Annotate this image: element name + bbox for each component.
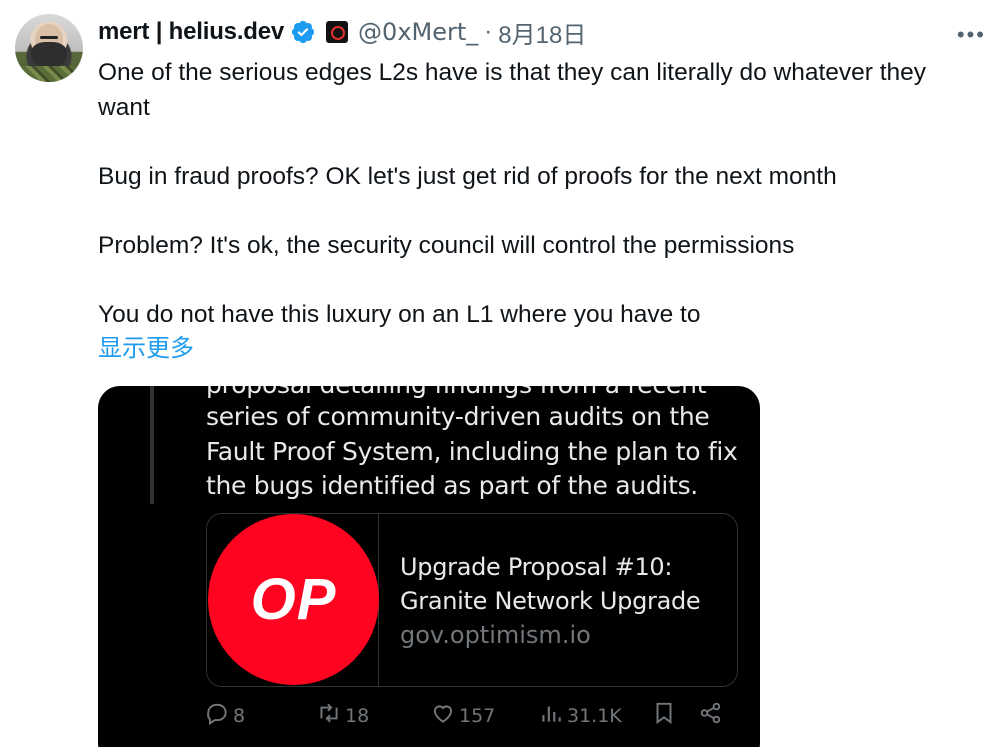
tweet-header: mert | helius.dev @0xMert_ · 8月18日 [98,14,586,50]
tweet-text: One of the serious edges L2s have is tha… [98,56,978,367]
reply-icon [204,700,233,731]
avatar-beard [31,42,67,68]
views-count: 31.1K [567,704,622,727]
link-info: Upgrade Proposal #10: Granite Network Up… [400,550,730,652]
reply-button[interactable]: 8 [204,700,245,731]
author-handle[interactable]: @0xMert_ [358,18,478,46]
repost-icon [316,700,345,731]
helius-affiliate-icon[interactable] [326,21,349,43]
action-bar: 8 18 157 31.1K [98,700,760,736]
more-options-icon[interactable]: ••• [957,22,986,48]
link-thumbnail: OP [207,514,379,686]
link-preview-card[interactable]: OP Upgrade Proposal #10: Granite Network… [206,513,738,687]
verified-badge-icon[interactable] [290,19,316,45]
like-button[interactable]: 157 [430,700,495,731]
link-title: Upgrade Proposal #10: Granite Network Up… [400,553,701,615]
quoted-text: series of community-driven audits on the… [206,402,738,500]
author-avatar[interactable] [15,14,83,82]
avatar-shirt [21,66,77,82]
optimism-logo: OP [208,514,379,685]
optimism-logo-text: OP [250,567,337,632]
share-button[interactable] [698,700,727,731]
tweet-paragraph: You do not have this luxury on an L1 whe… [98,300,701,328]
heart-icon [430,700,459,731]
tweet-paragraph: Problem? It's ok, the security council w… [98,231,795,259]
show-more-link[interactable]: 显示更多 [98,332,978,367]
author-name[interactable]: mert | helius.dev [98,18,284,46]
tweet-date[interactable]: 8月18日 [498,15,586,50]
views-button[interactable]: 31.1K [538,700,622,731]
reply-count: 8 [233,704,246,727]
like-count: 157 [459,704,496,727]
tweet-paragraph: One of the serious edges L2s have is tha… [98,59,927,121]
repost-count: 18 [345,704,370,727]
bookmark-button[interactable] [651,700,680,731]
quoted-media-card[interactable]: proposal detailing findings from a recen… [98,386,760,747]
share-icon [698,700,727,731]
bookmark-icon [651,700,680,731]
repost-button[interactable]: 18 [316,700,369,731]
avatar-glasses [40,36,58,39]
separator-dot: · [484,18,493,45]
link-domain: gov.optimism.io [400,621,591,649]
quote-bar [150,386,154,504]
tweet-paragraph: Bug in fraud proofs? OK let's just get r… [98,162,837,190]
views-chart-icon [538,700,567,731]
